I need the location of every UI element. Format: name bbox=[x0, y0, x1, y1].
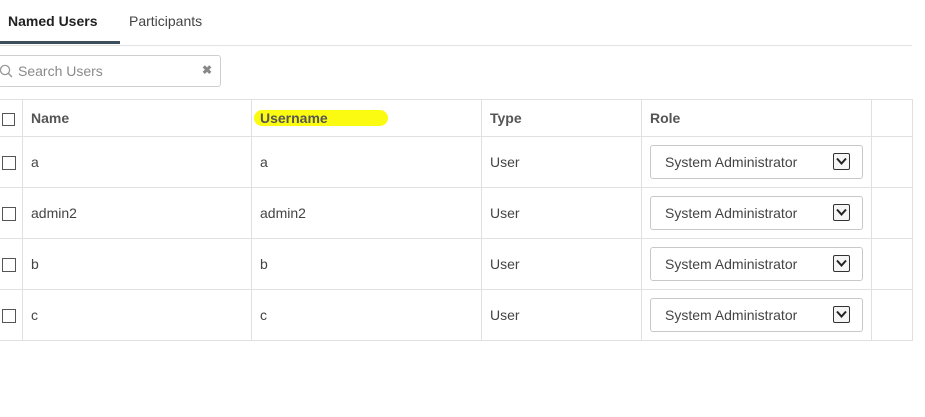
role-select-value: System Administrator bbox=[665, 205, 798, 221]
role-select-value: System Administrator bbox=[665, 307, 798, 323]
cell-username: b bbox=[251, 238, 482, 290]
cell-extra bbox=[871, 187, 913, 239]
cell-name: admin2 bbox=[22, 187, 252, 239]
row-checkbox[interactable] bbox=[2, 309, 16, 324]
table-row: b b User System Administrator bbox=[0, 238, 913, 290]
row-checkbox[interactable] bbox=[2, 258, 16, 273]
role-select[interactable]: System Administrator bbox=[650, 298, 863, 332]
role-select[interactable]: System Administrator bbox=[650, 196, 863, 230]
table-row: c c User System Administrator bbox=[0, 289, 913, 341]
close-icon[interactable]: ✖ bbox=[202, 63, 212, 77]
cell-role: System Administrator bbox=[641, 187, 872, 239]
highlight-mark: Username bbox=[254, 110, 388, 126]
row-checkbox-cell bbox=[0, 187, 23, 239]
cell-extra bbox=[871, 289, 913, 341]
cell-name: b bbox=[22, 238, 252, 290]
role-select[interactable]: System Administrator bbox=[650, 145, 863, 179]
table-header-row: Name Username Type Role bbox=[0, 99, 913, 137]
select-all-checkbox[interactable] bbox=[2, 112, 15, 126]
tab-bar: Named Users Participants bbox=[0, 0, 912, 46]
cell-role: System Administrator bbox=[641, 136, 872, 188]
chevron-down-icon[interactable] bbox=[833, 306, 850, 323]
tab-named-users[interactable]: Named Users bbox=[0, 0, 120, 44]
cell-username: admin2 bbox=[251, 187, 482, 239]
row-checkbox-cell bbox=[0, 289, 23, 341]
row-checkbox[interactable] bbox=[2, 156, 16, 171]
header-role[interactable]: Role bbox=[641, 99, 872, 137]
row-checkbox[interactable] bbox=[2, 207, 16, 222]
users-table: Name Username Type Role a a User System … bbox=[0, 99, 913, 341]
cell-type: User bbox=[481, 187, 642, 239]
role-select[interactable]: System Administrator bbox=[650, 247, 863, 281]
cell-type: User bbox=[481, 238, 642, 290]
header-extra bbox=[871, 99, 913, 137]
table-row: admin2 admin2 User System Administrator bbox=[0, 187, 913, 239]
cell-type: User bbox=[481, 136, 642, 188]
role-select-value: System Administrator bbox=[665, 256, 798, 272]
role-select-value: System Administrator bbox=[665, 154, 798, 170]
header-username-label: Username bbox=[260, 110, 328, 126]
cell-name: a bbox=[22, 136, 252, 188]
row-checkbox-cell bbox=[0, 238, 23, 290]
search-input[interactable] bbox=[18, 56, 188, 86]
cell-extra bbox=[871, 136, 913, 188]
header-username[interactable]: Username bbox=[251, 99, 482, 137]
cell-extra bbox=[871, 238, 913, 290]
chevron-down-icon[interactable] bbox=[833, 204, 850, 221]
table-row: a a User System Administrator bbox=[0, 136, 913, 188]
header-name[interactable]: Name bbox=[22, 99, 252, 137]
chevron-down-icon[interactable] bbox=[833, 255, 850, 272]
cell-role: System Administrator bbox=[641, 238, 872, 290]
header-type[interactable]: Type bbox=[481, 99, 642, 137]
chevron-down-icon[interactable] bbox=[833, 153, 850, 170]
cell-name: c bbox=[22, 289, 252, 341]
cell-username: c bbox=[251, 289, 482, 341]
cell-username: a bbox=[251, 136, 482, 188]
row-checkbox-cell bbox=[0, 136, 23, 188]
tab-participants[interactable]: Participants bbox=[129, 0, 202, 44]
cell-role: System Administrator bbox=[641, 289, 872, 341]
header-checkbox-cell bbox=[0, 99, 23, 137]
cell-type: User bbox=[481, 289, 642, 341]
search-box: ✖ bbox=[0, 55, 221, 87]
search-icon bbox=[0, 64, 13, 78]
